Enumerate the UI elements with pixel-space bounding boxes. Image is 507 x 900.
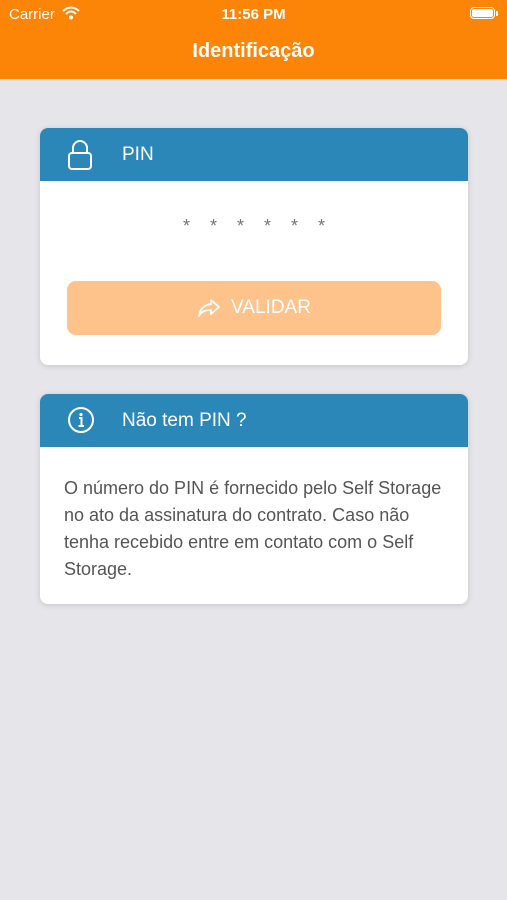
app-header: Carrier 11:56 PM Identificação	[0, 0, 507, 79]
info-icon	[66, 405, 96, 440]
page-title: Identificação	[192, 40, 315, 62]
validate-label: VALIDAR	[231, 297, 311, 318]
validate-button[interactable]: VALIDAR	[67, 281, 441, 335]
pin-input[interactable]	[40, 216, 468, 237]
info-card-title: Não tem PIN ?	[122, 410, 247, 431]
info-text: O número do PIN é fornecido pelo Self St…	[64, 478, 442, 579]
lock-icon	[66, 139, 94, 176]
status-time: 11:56 PM	[221, 6, 286, 23]
info-card-header: Não tem PIN ?	[40, 394, 468, 447]
pin-card-header: PIN	[40, 128, 468, 181]
status-bar: Carrier 11:56 PM	[0, 0, 507, 28]
battery-icon	[470, 7, 495, 19]
share-arrow-icon	[197, 298, 221, 318]
pin-card-title: PIN	[122, 144, 154, 165]
info-card: Não tem PIN ? O número do PIN é fornecid…	[40, 394, 468, 604]
battery-tip	[496, 11, 498, 16]
pin-card: PIN VALIDAR	[40, 128, 468, 365]
